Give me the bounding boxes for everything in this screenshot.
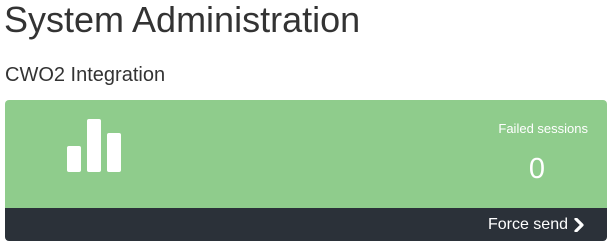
chevron-right-icon (574, 218, 584, 232)
bar-chart-icon (67, 119, 121, 172)
force-send-label: Force send (487, 216, 568, 233)
panel-body: Failed sessions 0 (5, 100, 607, 208)
failed-sessions-count: 0 (528, 153, 545, 185)
force-send-button[interactable]: Force send (5, 208, 607, 241)
failed-sessions-panel: Failed sessions 0 Force send (5, 100, 607, 241)
section-title: CWO2 Integration (5, 64, 166, 86)
failed-sessions-label: Failed sessions (498, 121, 588, 136)
page-title: System Administration (4, 0, 361, 40)
